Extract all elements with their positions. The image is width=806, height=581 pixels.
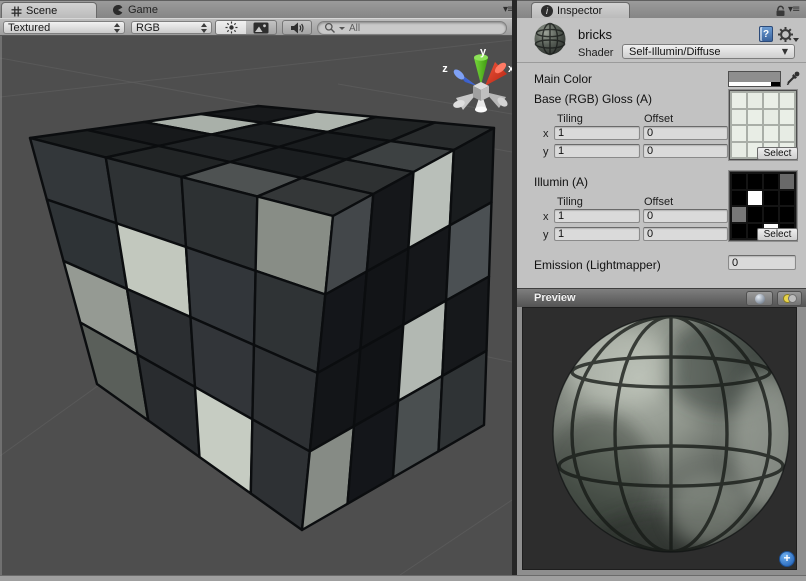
lock-icon[interactable] [774,4,787,17]
illumin-offset-label: Offset [644,196,673,208]
lighting-toggle-button[interactable] [215,20,247,35]
illumin-x-label: x [543,211,549,223]
material-thumbnail[interactable] [533,22,567,56]
preview-light-button[interactable] [777,291,802,306]
add-button[interactable]: + [779,551,795,567]
base-offset-label: Offset [644,113,673,125]
viewport-left-edge [0,36,2,575]
gizmo-z-axis[interactable] [452,68,477,86]
tab-scene-label: Scene [26,5,57,17]
orientation-gizmo[interactable]: y x z [438,40,512,120]
illumin-label: Illumin (A) [534,175,588,189]
dropdown-arrows-icon [201,23,207,33]
sun-icon [225,21,238,34]
render-paths-button[interactable] [246,20,277,35]
window-bottom-edge [0,575,806,581]
scene-viewport[interactable]: y x z [0,36,512,575]
base-tiling-y-field[interactable] [554,144,640,158]
gizmo-y-label: y [480,46,487,58]
gizmo-y-axis[interactable] [474,54,488,85]
emission-field[interactable] [728,255,796,270]
color-mode-value: RGB [136,22,160,34]
render-mode-dropdown[interactable]: Textured [3,21,125,34]
image-icon [253,22,269,34]
render-mode-value: Textured [8,22,50,34]
base-x-label: x [543,128,549,140]
base-offset-y-field[interactable] [643,144,728,158]
illumin-texture-select-button[interactable]: Select [757,228,798,241]
preview-frame: + [517,307,806,575]
tab-inspector-label: Inspector [557,5,602,17]
material-header: bricks ? Shader Self-Illumin/Diffuse ▼ [517,18,806,63]
chevron-down-icon: ▼ [782,47,788,56]
illumin-offset-x-field[interactable] [643,209,728,223]
base-texture-label: Base (RGB) Gloss (A) [534,92,652,106]
main-color-swatch[interactable] [728,71,781,87]
illumin-y-label: y [543,229,549,241]
eyedropper-icon[interactable] [785,70,801,86]
base-tiling-label: Tiling [557,113,583,125]
light-off-icon [788,294,797,303]
inspector-panel-menu-icon[interactable]: ▾≡ [788,5,799,15]
scene-toolbar: Textured RGB [0,18,512,36]
search-filter-caret-icon[interactable] [339,27,345,30]
gizmo-x-axis[interactable] [485,61,508,86]
emission-label: Emission (Lightmapper) [534,258,661,272]
shader-dropdown[interactable]: Self-Illumin/Diffuse ▼ [622,44,795,59]
scene-3d-view [0,36,512,575]
help-icon[interactable]: ? [759,26,773,42]
illumin-tiling-label: Tiling [557,196,583,208]
gizmo-z-label: z [442,63,448,75]
material-name: bricks [578,27,612,42]
base-offset-x-field[interactable] [643,126,728,140]
search-icon [324,22,336,34]
tab-inspector[interactable]: i Inspector [531,2,630,19]
tab-strip: Scene Game ▾≡ i Inspector ▾≡ [0,0,806,18]
tab-game[interactable]: Game [104,1,166,19]
main-color-label: Main Color [534,72,592,86]
inspector-panel: bricks ? Shader Self-Illumin/Diffuse ▼ M [517,18,806,575]
tab-scene[interactable]: Scene [1,2,97,19]
base-y-label: y [543,146,549,158]
shader-value: Self-Illumin/Diffuse [629,46,721,58]
tab-game-label: Game [128,4,158,16]
gizmo-center-cube[interactable] [473,82,489,101]
search-input[interactable] [347,22,500,35]
scene-search-field[interactable] [317,21,507,35]
preview-title: Preview [534,292,576,304]
preview-mesh-button[interactable] [746,291,773,306]
shader-label: Shader [578,47,613,59]
illumin-tiling-y-field[interactable] [554,227,640,241]
alpha-bar [729,82,780,86]
unity-editor-window: Scene Game ▾≡ i Inspector ▾≡ Textured RG… [0,0,806,581]
preview-sphere [523,308,797,570]
base-tiling-x-field[interactable] [554,126,640,140]
game-icon [112,4,124,16]
speaker-icon [289,21,305,35]
base-texture-select-button[interactable]: Select [757,147,798,160]
scene-grid-icon [11,6,22,17]
info-icon: i [541,5,553,17]
preview-viewport[interactable] [522,307,797,570]
audio-toggle-button[interactable] [282,20,312,35]
illumin-tiling-x-field[interactable] [554,209,640,223]
preview-header[interactable]: Preview [517,288,806,307]
sphere-icon [755,294,765,304]
illumin-offset-y-field[interactable] [643,227,728,241]
color-mode-dropdown[interactable]: RGB [131,21,212,34]
gear-caret-icon[interactable] [793,38,799,42]
gear-icon[interactable] [777,26,794,43]
dropdown-arrows-icon [114,23,120,33]
